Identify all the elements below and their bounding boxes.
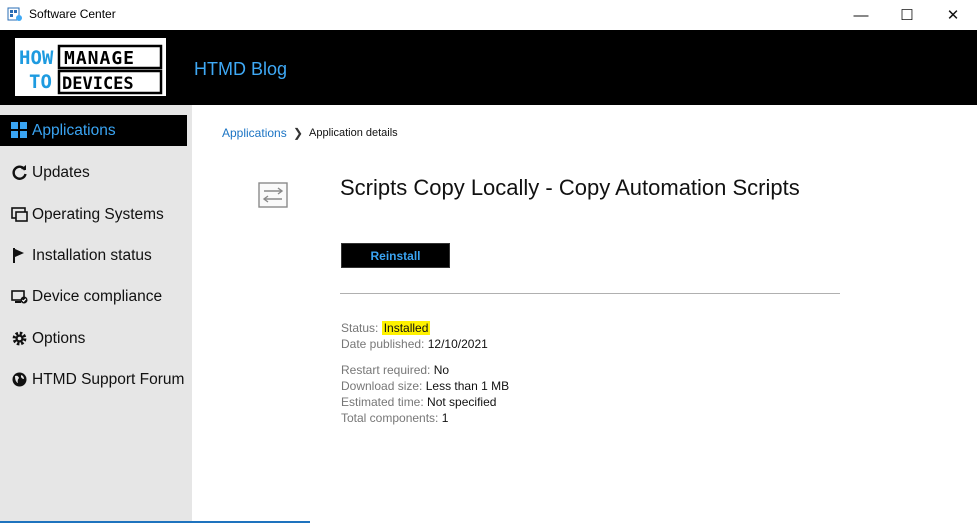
restart-required-row: Restart required: No	[341, 363, 449, 377]
breadcrumb-current: Application details	[309, 127, 398, 139]
divider	[340, 293, 840, 294]
estimated-time-value: Not specified	[427, 395, 497, 409]
estimated-time-label: Estimated time:	[341, 395, 424, 409]
status-row: Status: Installed	[341, 321, 431, 335]
sidebar-item-label: Updates	[32, 163, 90, 181]
windows-os-icon	[10, 206, 28, 224]
title-bar: Software Center — ☐ ✕	[0, 0, 977, 30]
organization-name: HTMD Blog	[194, 59, 288, 79]
sidebar-item-operating-systems[interactable]: Operating Systems	[0, 199, 187, 230]
close-icon: ✕	[946, 7, 960, 24]
minimize-button[interactable]: —	[838, 0, 884, 30]
close-button[interactable]: ✕	[930, 0, 976, 30]
sidebar-item-label: Options	[32, 329, 86, 347]
total-components-label: Total components:	[341, 411, 439, 425]
download-size-label: Download size:	[341, 379, 423, 393]
download-size-value: Less than 1 MB	[425, 379, 510, 393]
grid-icon	[10, 122, 28, 140]
date-published-value: 12/10/2021	[427, 337, 488, 351]
sidebar-item-device-compliance[interactable]: Device compliance	[0, 281, 187, 312]
globe-icon	[10, 371, 28, 389]
status-value: Installed	[381, 321, 431, 335]
maximize-button[interactable]: ☐	[884, 0, 930, 30]
app-script-icon	[258, 182, 288, 208]
logo-devices: DEVICES	[62, 74, 134, 94]
sidebar-item-label: Operating Systems	[32, 205, 164, 223]
app-header: HOW TO MANAGE DEVICES HTMD Blog	[0, 30, 977, 105]
sidebar-item-label: Device compliance	[32, 287, 163, 305]
restart-required-label: Restart required:	[341, 363, 431, 377]
flag-icon	[10, 247, 28, 265]
status-label: Status:	[341, 321, 379, 335]
total-components-value: 1	[441, 411, 449, 425]
sidebar-item-htmd-support-forum[interactable]: HTMD Support Forum	[0, 364, 187, 395]
minimize-icon: —	[853, 6, 869, 24]
gear-icon	[10, 330, 28, 348]
estimated-time-row: Estimated time: Not specified	[341, 395, 496, 409]
software-center-icon	[7, 7, 22, 21]
logo-manage: MANAGE	[64, 48, 135, 69]
chevron-right-icon: ❯	[293, 126, 304, 140]
compliance-icon	[10, 288, 28, 306]
sidebar-item-label: Applications	[32, 121, 116, 139]
logo-to: TO	[29, 71, 52, 93]
logo-how: HOW	[19, 47, 54, 69]
sidebar: Applications Updates Operating Systems I…	[0, 105, 192, 523]
sidebar-item-updates[interactable]: Updates	[0, 157, 187, 188]
refresh-icon	[10, 164, 28, 182]
reinstall-button[interactable]: Reinstall	[341, 243, 450, 268]
window-title: Software Center	[29, 7, 116, 21]
date-published-row: Date published: 12/10/2021	[341, 337, 488, 351]
restart-required-value: No	[433, 363, 450, 377]
maximize-icon: ☐	[900, 7, 914, 24]
sidebar-item-label: HTMD Support Forum	[32, 370, 185, 388]
breadcrumb-applications-link[interactable]: Applications	[222, 126, 287, 140]
total-components-row: Total components: 1	[341, 411, 448, 425]
sidebar-item-installation-status[interactable]: Installation status	[0, 240, 187, 271]
download-size-row: Download size: Less than 1 MB	[341, 379, 509, 393]
htmd-logo: HOW TO MANAGE DEVICES	[15, 38, 166, 96]
date-published-label: Date published:	[341, 337, 425, 351]
logo-graphic: HOW TO MANAGE DEVICES	[19, 44, 163, 95]
sidebar-item-options[interactable]: Options	[0, 323, 187, 354]
app-title: Scripts Copy Locally - Copy Automation S…	[340, 175, 800, 200]
sidebar-item-label: Installation status	[32, 246, 152, 264]
sidebar-item-applications[interactable]: Applications	[0, 115, 187, 146]
